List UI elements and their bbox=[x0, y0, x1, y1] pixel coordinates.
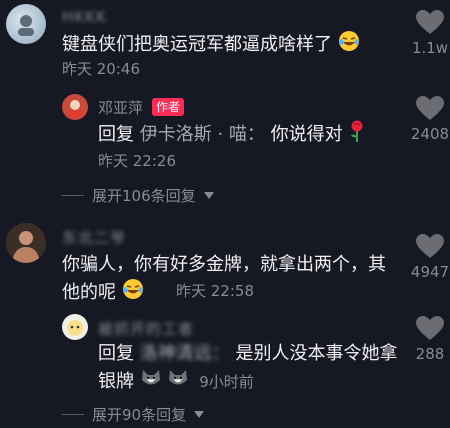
comment-body: 你说得对 bbox=[270, 124, 343, 145]
username[interactable]: 被抓开的工者 bbox=[98, 318, 194, 339]
like-count: 1.1w bbox=[411, 39, 449, 57]
comment-time: 昨天 22:58 bbox=[176, 282, 254, 300]
username[interactable]: HKKK bbox=[62, 8, 107, 26]
like-count: 4947 bbox=[410, 263, 450, 281]
comment-time: 昨天 22:26 bbox=[98, 152, 176, 170]
username[interactable]: 东北二爷 bbox=[62, 227, 126, 248]
like-count: 2408 bbox=[410, 125, 450, 143]
like-button[interactable]: 4947 bbox=[404, 234, 450, 281]
comment-text: 键盘侠们把奥运冠军都逼成啥样了 bbox=[62, 30, 360, 60]
comment-text: 回复 伊卡洛斯 · 喵： 你说得对 bbox=[98, 120, 366, 150]
avatar[interactable] bbox=[6, 223, 46, 263]
divider bbox=[62, 195, 84, 196]
caret-down-icon bbox=[203, 192, 214, 199]
expand-replies-label[interactable]: 展开90条回复 bbox=[92, 404, 186, 425]
avatar[interactable] bbox=[62, 314, 88, 340]
reply-to-user[interactable]: 伊卡洛斯 · 喵： bbox=[140, 124, 265, 145]
expand-replies-button[interactable]: 展开106条回复 bbox=[62, 185, 214, 206]
avatar-image bbox=[67, 320, 83, 336]
reply-prefix: 回复 bbox=[98, 343, 134, 364]
username[interactable]: 邓亚萍 bbox=[98, 97, 143, 118]
avatar-image bbox=[6, 223, 46, 263]
comment-time: 昨天 20:46 bbox=[62, 60, 140, 78]
divider bbox=[62, 414, 84, 415]
expand-replies-button[interactable]: 展开90条回复 bbox=[62, 404, 205, 425]
comment-text: 回复 洛神清远： 是别人没本事令她拿银牌 9小时前 bbox=[98, 341, 398, 397]
caret-down-icon bbox=[194, 411, 205, 418]
author-badge: 作者 bbox=[152, 98, 185, 116]
avatar[interactable] bbox=[6, 4, 46, 44]
like-count: 288 bbox=[415, 345, 445, 363]
like-button[interactable]: 2408 bbox=[404, 96, 450, 143]
heart-icon[interactable] bbox=[416, 316, 444, 341]
like-button[interactable]: 1.1w bbox=[404, 10, 450, 57]
avatar-image bbox=[18, 15, 34, 36]
avatar[interactable] bbox=[62, 94, 88, 120]
rose-emoji-icon bbox=[348, 120, 366, 150]
laughing-tears-emoji-icon bbox=[122, 278, 144, 308]
expand-replies-label[interactable]: 展开106条回复 bbox=[92, 185, 196, 206]
comment-body: 键盘侠们把奥运冠军都逼成啥样了 bbox=[62, 34, 332, 55]
avatar-image bbox=[69, 100, 81, 117]
reply-to-user[interactable]: 洛神清远： bbox=[140, 343, 230, 364]
husky-emoji-icon bbox=[167, 367, 189, 397]
like-button[interactable]: 288 bbox=[404, 316, 450, 363]
husky-emoji-icon bbox=[140, 367, 162, 397]
heart-icon[interactable] bbox=[416, 234, 444, 259]
reply-prefix: 回复 bbox=[98, 124, 134, 145]
comment-time: 9小时前 bbox=[199, 373, 254, 391]
heart-icon[interactable] bbox=[416, 96, 444, 121]
laughing-tears-emoji-icon bbox=[338, 30, 360, 60]
heart-icon[interactable] bbox=[416, 10, 444, 35]
